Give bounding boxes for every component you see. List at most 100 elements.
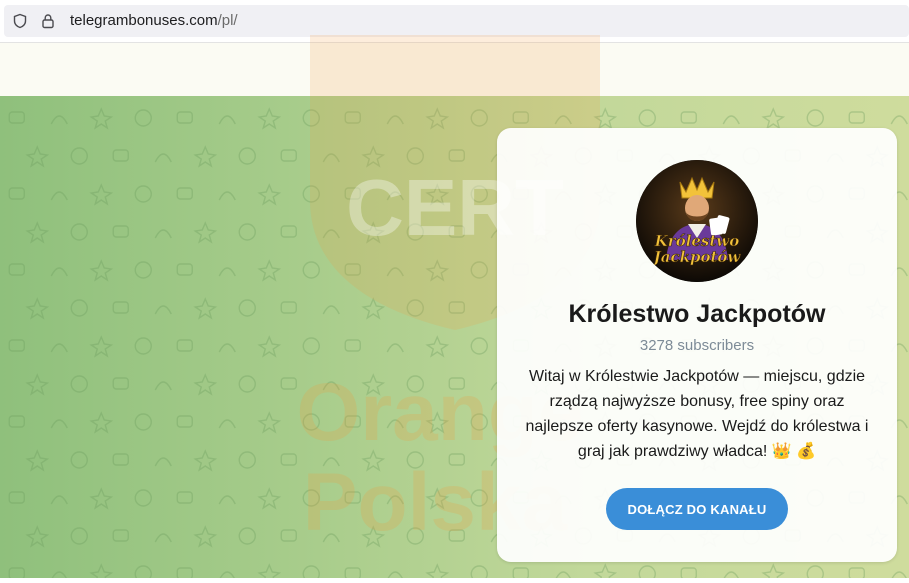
subscriber-count: 3278 subscribers: [639, 337, 755, 354]
doodle-shape: [70, 527, 88, 545]
doodle-shape: [361, 297, 386, 320]
doodle-shape: [406, 223, 424, 241]
doodle-shape: [112, 225, 129, 238]
doodle-shape: [176, 567, 193, 578]
doodle-shape: [193, 221, 218, 244]
doodle-shape: [890, 115, 908, 125]
doodle-shape: [470, 565, 488, 578]
doodle-shape: [344, 187, 361, 200]
doodle-shape: [70, 375, 88, 393]
doodle-shape: [280, 377, 297, 390]
doodle-shape: [70, 299, 88, 317]
doodle-shape: [134, 489, 152, 507]
doodle-shape: [322, 381, 340, 391]
doodle-shape: [218, 267, 236, 277]
doodle-shape: [680, 567, 697, 578]
doodle-shape: [25, 221, 50, 244]
doodle-shape: [406, 451, 424, 469]
doodle-shape: [154, 305, 172, 315]
doodle-shape: [8, 187, 25, 200]
doodle-shape: [848, 567, 865, 578]
doodle-shape: [322, 533, 340, 543]
doodle-shape: [344, 339, 361, 352]
doodle-shape: [302, 185, 320, 203]
doodle-shape: [302, 109, 320, 127]
doodle-shape: [89, 563, 114, 578]
doodle-shape: [8, 111, 25, 124]
doodle-shape: [89, 183, 114, 206]
doodle-shape: [257, 563, 282, 578]
doodle-shape: [470, 413, 488, 431]
page-header-strip: [0, 43, 909, 96]
doodle-shape: [593, 563, 618, 578]
channel-avatar: Królestwo Jackpotów: [636, 160, 758, 282]
doodle-shape: [112, 529, 129, 542]
doodle-shape: [302, 413, 320, 431]
doodle-shape: [154, 153, 172, 163]
doodle-shape: [219, 571, 235, 578]
doodle-shape: [134, 337, 152, 355]
doodle-shape: [134, 413, 152, 431]
doodle-shape: [406, 147, 424, 165]
doodle-shape: [89, 107, 114, 130]
doodle-shape: [154, 229, 172, 239]
doodle-shape: [25, 145, 50, 168]
doodle-shape: [176, 187, 193, 200]
doodle-shape: [302, 565, 320, 578]
doodle-shape: [8, 567, 25, 578]
join-channel-button[interactable]: DOŁĄCZ DO KANAŁU: [606, 488, 788, 530]
doodle-shape: [70, 147, 88, 165]
doodle-shape: [806, 109, 824, 127]
doodle-shape: [448, 149, 465, 162]
doodle-shape: [50, 343, 68, 353]
doodle-shape: [134, 109, 152, 127]
doodle-shape: [154, 533, 172, 543]
doodle-shape: [512, 111, 529, 124]
doodle-shape: [406, 527, 424, 545]
doodle-shape: [257, 259, 282, 282]
address-bar[interactable]: telegrambonuses.com/pl/: [4, 5, 909, 37]
shield-icon[interactable]: [12, 13, 28, 29]
doodle-shape: [134, 565, 152, 578]
doodle-shape: [193, 145, 218, 168]
doodle-shape: [761, 563, 786, 578]
url-path: /pl/: [217, 12, 238, 29]
doodle-shape: [70, 451, 88, 469]
doodle-shape: [344, 567, 361, 578]
doodle-shape: [280, 529, 297, 542]
doodle-shape: [470, 109, 488, 127]
doodle-shape: [112, 377, 129, 390]
doodle-shape: [386, 343, 404, 353]
doodle-shape: [425, 107, 450, 130]
doodle-shape: [238, 375, 256, 393]
lock-icon[interactable]: [40, 13, 56, 29]
doodle-shape: [257, 183, 282, 206]
browser-toolbar: telegrambonuses.com/pl/: [0, 0, 909, 43]
doodle-shape: [238, 299, 256, 317]
doodle-shape: [361, 525, 386, 548]
doodle-shape: [154, 381, 172, 391]
url-text[interactable]: telegrambonuses.com/pl/: [70, 13, 238, 29]
doodle-shape: [386, 419, 404, 429]
doodle-shape: [387, 571, 403, 578]
doodle-shape: [193, 525, 218, 548]
doodle-shape: [218, 191, 236, 201]
doodle-shape: [89, 487, 114, 510]
doodle-shape: [112, 453, 129, 466]
doodle-shape: [134, 261, 152, 279]
doodle-shape: [50, 115, 68, 125]
doodle-shape: [448, 377, 465, 390]
doodle-shape: [344, 111, 361, 124]
doodle-shape: [112, 149, 129, 162]
doodle-shape: [406, 375, 424, 393]
doodle-shape: [238, 223, 256, 241]
doodle-shape: [386, 115, 404, 125]
doodle-shape: [238, 147, 256, 165]
doodle-shape: [361, 373, 386, 396]
doodle-shape: [280, 225, 297, 238]
doodle-shape: [448, 225, 465, 238]
doodle-shape: [193, 297, 218, 320]
doodle-shape: [176, 415, 193, 428]
doodle-shape: [322, 457, 340, 467]
doodle-shape: [176, 491, 193, 504]
